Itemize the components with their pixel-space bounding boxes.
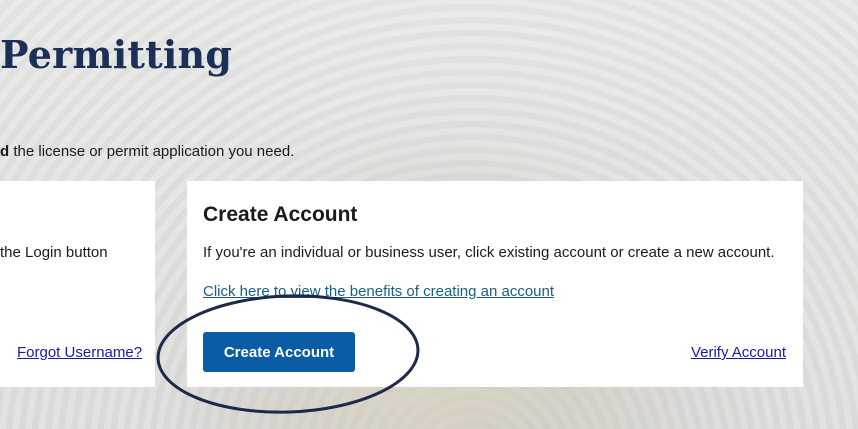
create-account-card: Create Account If you're an individual o… (187, 181, 803, 387)
benefits-link[interactable]: Click here to view the benefits of creat… (203, 283, 554, 300)
instruction-bold: d (0, 143, 10, 160)
verify-account-link[interactable]: Verify Account (691, 344, 786, 361)
page-title: Permitting (0, 32, 233, 77)
login-card-text: the Login button (0, 244, 108, 261)
create-account-heading: Create Account (203, 203, 358, 226)
create-account-description: If you're an individual or business user… (203, 244, 775, 261)
login-card: the Login button Forgot Username? (0, 181, 155, 387)
forgot-username-link[interactable]: Forgot Username? (17, 344, 142, 361)
instruction-text: d the license or permit application you … (0, 143, 294, 160)
instruction-rest: the license or permit application you ne… (9, 143, 295, 160)
create-account-button[interactable]: Create Account (203, 332, 355, 372)
